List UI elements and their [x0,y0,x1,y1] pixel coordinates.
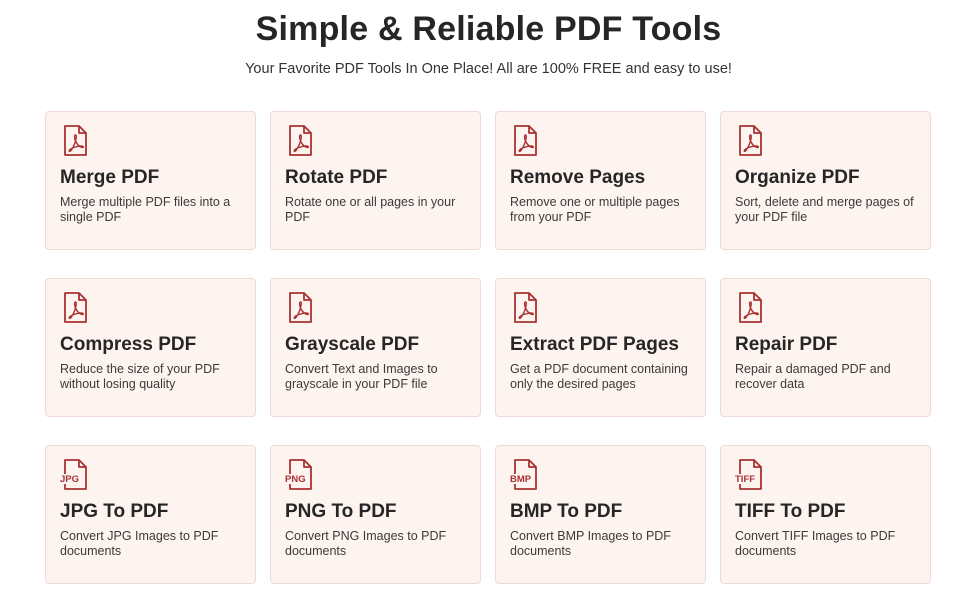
tool-description: Remove one or multiple pages from your P… [510,195,680,224]
tool-description: Convert JPG Images to PDF documents [60,529,219,558]
tool-description: Reduce the size of your PDF without losi… [60,362,220,391]
tool-card-compress-pdf[interactable]: Compress PDF Reduce the size of your PDF… [45,278,256,417]
tools-grid: Merge PDF Merge multiple PDF files into … [45,111,933,584]
png-file-icon: PNG [284,459,312,490]
tool-description: Merge multiple PDF files into a single P… [60,195,231,224]
pdf-file-icon [739,125,762,156]
tool-title: PNG To PDF [285,501,397,522]
pdf-file-icon [514,125,537,156]
tool-card-extract-pdf-pages[interactable]: Extract PDF Pages Get a PDF document con… [495,278,706,417]
pdf-file-icon [739,292,762,323]
icon-format-label: TIFF [735,474,755,485]
tool-description: Convert BMP Images to PDF documents [510,529,671,558]
page-title: Simple & Reliable PDF Tools [255,10,722,48]
tool-card-remove-pages[interactable]: Remove Pages Remove one or multiple page… [495,111,706,250]
pdf-file-icon [289,125,312,156]
tool-title: JPG To PDF [60,501,169,522]
tool-description: Convert TIFF Images to PDF documents [735,529,896,558]
tool-card-bmp-to-pdf[interactable]: BMP BMP To PDF Convert BMP Images to PDF… [495,445,706,584]
tool-card-merge-pdf[interactable]: Merge PDF Merge multiple PDF files into … [45,111,256,250]
tool-description: Convert PNG Images to PDF documents [285,529,447,558]
bmp-file-icon: BMP [509,459,537,490]
tool-description: Get a PDF document containing only the d… [510,362,688,391]
pdf-file-icon [289,292,312,323]
tool-card-tiff-to-pdf[interactable]: TIFF TIFF To PDF Convert TIFF Images to … [720,445,931,584]
tiff-file-icon: TIFF [734,459,762,490]
tool-title: Repair PDF [735,334,838,355]
tool-card-jpg-to-pdf[interactable]: JPG JPG To PDF Convert JPG Images to PDF… [45,445,256,584]
tool-title: Remove Pages [510,167,646,188]
pdf-file-icon [64,125,87,156]
icon-format-label: BMP [510,474,532,485]
tool-title: Grayscale PDF [285,334,420,355]
tool-card-rotate-pdf[interactable]: Rotate PDF Rotate one or all pages in yo… [270,111,481,250]
tool-card-png-to-pdf[interactable]: PNG PNG To PDF Convert PNG Images to PDF… [270,445,481,584]
icon-format-label: PNG [285,474,306,485]
tool-card-organize-pdf[interactable]: Organize PDF Sort, delete and merge page… [720,111,931,250]
tool-title: Compress PDF [60,334,197,355]
pdf-file-icon [514,292,537,323]
page-subtitle: Your Favorite PDF Tools In One Place! Al… [245,61,732,77]
tool-description: Rotate one or all pages in your PDF [285,195,456,224]
tool-title: Merge PDF [60,167,160,188]
tool-title: Organize PDF [735,167,860,188]
icon-format-label: JPG [60,474,79,485]
tool-title: TIFF To PDF [735,501,846,522]
tool-title: Rotate PDF [285,167,388,188]
jpg-file-icon: JPG [59,459,87,490]
tool-title: Extract PDF Pages [510,334,679,355]
tool-card-grayscale-pdf[interactable]: Grayscale PDF Convert Text and Images to… [270,278,481,417]
tool-description: Repair a damaged PDF and recover data [735,362,891,391]
tool-card-repair-pdf[interactable]: Repair PDF Repair a damaged PDF and reco… [720,278,931,417]
tool-title: BMP To PDF [510,501,623,522]
page: Simple & Reliable PDF Tools Your Favorit… [0,0,977,602]
tool-description: Convert Text and Images to grayscale in … [285,362,438,391]
pdf-file-icon [64,292,87,323]
tool-description: Sort, delete and merge pages of your PDF… [735,195,914,224]
